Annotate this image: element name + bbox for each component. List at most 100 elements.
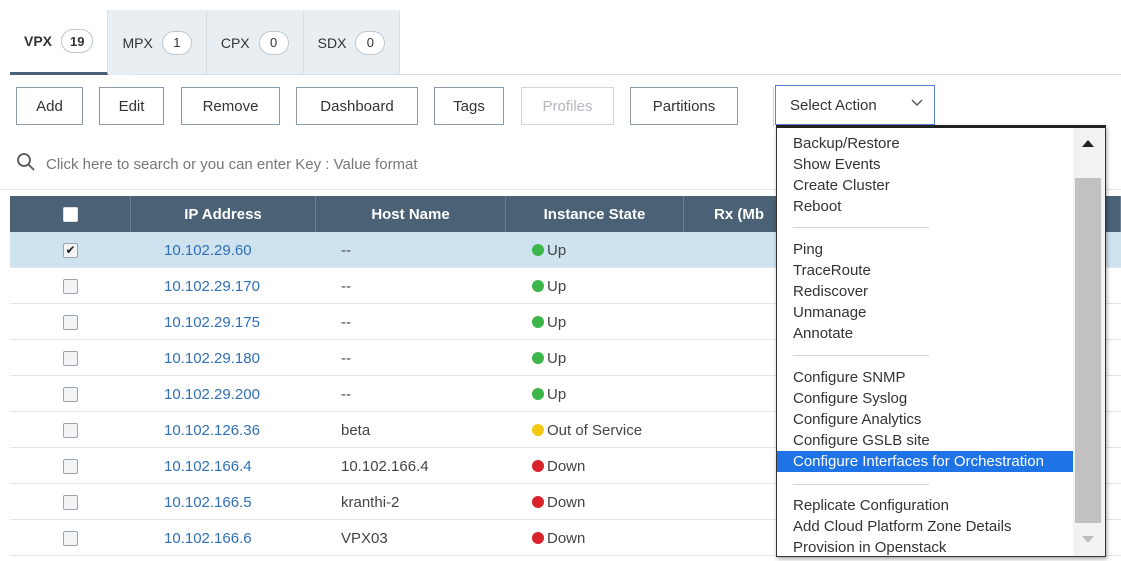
profiles-button[interactable]: Profiles bbox=[521, 87, 614, 125]
tabs-divider bbox=[135, 74, 1121, 75]
menu-scrollbar[interactable] bbox=[1073, 128, 1105, 556]
ip-address-link[interactable]: 10.102.29.60 bbox=[131, 232, 316, 268]
menu-item-configure-gslb-site[interactable]: Configure GSLB site bbox=[777, 430, 1073, 451]
state-label: Down bbox=[547, 529, 586, 547]
ip-address-link[interactable]: 10.102.29.170 bbox=[131, 268, 316, 304]
add-button[interactable]: Add bbox=[16, 87, 83, 125]
search-bar[interactable]: Click here to search or you can enter Ke… bbox=[16, 148, 418, 180]
edit-button[interactable]: Edit bbox=[99, 87, 164, 125]
menu-item-ping[interactable]: Ping bbox=[777, 239, 1073, 260]
ip-address-header[interactable]: IP Address bbox=[131, 196, 316, 232]
menu-item-configure-analytics[interactable]: Configure Analytics bbox=[777, 409, 1073, 430]
instance-state: Down bbox=[506, 448, 684, 484]
instance-state: Down bbox=[506, 484, 684, 520]
tab-label: SDX bbox=[317, 34, 347, 51]
menu-item-unmanage[interactable]: Unmanage bbox=[777, 302, 1073, 323]
menu-item-configure-snmp[interactable]: Configure SNMP bbox=[777, 367, 1073, 388]
menu-item-traceroute[interactable]: TraceRoute bbox=[777, 260, 1073, 281]
status-down-icon bbox=[532, 532, 544, 544]
menu-item-create-cluster[interactable]: Create Cluster bbox=[777, 175, 1073, 196]
menu-item-rediscover[interactable]: Rediscover bbox=[777, 281, 1073, 302]
scrollbar-thumb[interactable] bbox=[1075, 178, 1101, 523]
row-checkbox[interactable] bbox=[63, 494, 78, 510]
host-name: VPX03 bbox=[341, 529, 388, 547]
toolbar-divider bbox=[773, 87, 774, 127]
search-input[interactable]: Click here to search or you can enter Ke… bbox=[46, 156, 418, 173]
tab-sdx[interactable]: SDX 0 bbox=[303, 10, 401, 75]
remove-button[interactable]: Remove bbox=[181, 87, 280, 125]
tab-vpx[interactable]: VPX 19 bbox=[10, 10, 109, 75]
chevron-down-icon bbox=[910, 96, 924, 113]
ip-address-link[interactable]: 10.102.29.180 bbox=[131, 340, 316, 376]
instance-state: Up bbox=[506, 376, 684, 412]
host-name: -- bbox=[341, 241, 351, 259]
status-down-icon bbox=[532, 460, 544, 472]
select-action-dropdown[interactable]: Select Action bbox=[775, 85, 935, 125]
instance-state-header[interactable]: Instance State bbox=[506, 196, 684, 232]
instance-state: Up bbox=[506, 340, 684, 376]
tab-cpx[interactable]: CPX 0 bbox=[206, 10, 304, 75]
tags-button[interactable]: Tags bbox=[434, 87, 504, 125]
tab-count-badge: 0 bbox=[258, 30, 289, 55]
state-label: Up bbox=[547, 241, 567, 259]
ip-address-link[interactable]: 10.102.126.36 bbox=[131, 412, 316, 448]
menu-item-backup-restore[interactable]: Backup/Restore bbox=[777, 133, 1073, 154]
menu-divider bbox=[793, 484, 929, 485]
state-label: Out of Service bbox=[547, 421, 643, 439]
status-up-icon bbox=[532, 244, 544, 256]
tab-label: VPX bbox=[24, 33, 53, 49]
row-checkbox[interactable] bbox=[63, 278, 78, 294]
ip-address-link[interactable]: 10.102.166.4 bbox=[131, 448, 316, 484]
scroll-down-arrow-icon[interactable] bbox=[1082, 536, 1094, 543]
host-name: -- bbox=[341, 349, 351, 367]
instance-state: Up bbox=[506, 268, 684, 304]
dashboard-button[interactable]: Dashboard bbox=[296, 87, 418, 125]
select-all-checkbox[interactable] bbox=[62, 206, 78, 222]
ip-address-link[interactable]: 10.102.166.6 bbox=[131, 520, 316, 556]
tab-count-badge: 19 bbox=[61, 29, 94, 53]
instance-type-tabs: VPX 19 MPX 1 CPX 0 SDX 0 bbox=[10, 10, 401, 75]
host-name: beta bbox=[341, 421, 371, 439]
row-checkbox[interactable] bbox=[63, 530, 78, 546]
menu-item-replicate-configuration[interactable]: Replicate Configuration bbox=[777, 495, 1073, 516]
state-label: Down bbox=[547, 493, 586, 511]
menu-item-configure-syslog[interactable]: Configure Syslog bbox=[777, 388, 1073, 409]
row-checkbox[interactable] bbox=[63, 386, 78, 402]
row-checkbox[interactable] bbox=[63, 422, 78, 438]
menu-item-add-cloud-platform-zone[interactable]: Add Cloud Platform Zone Details bbox=[777, 516, 1073, 537]
instance-state: Up bbox=[506, 304, 684, 340]
instance-state: Down bbox=[506, 520, 684, 556]
menu-item-provision-openstack[interactable]: Provision in Openstack bbox=[777, 537, 1073, 556]
host-name: -- bbox=[341, 385, 351, 403]
select-action-menu: Backup/Restore Show Events Create Cluste… bbox=[776, 125, 1106, 557]
row-checkbox[interactable] bbox=[63, 350, 78, 366]
scroll-up-arrow-icon[interactable] bbox=[1082, 140, 1094, 147]
menu-item-annotate[interactable]: Annotate bbox=[777, 323, 1073, 344]
tab-count-badge: 0 bbox=[355, 30, 386, 55]
host-name-header[interactable]: Host Name bbox=[316, 196, 506, 232]
tab-label: CPX bbox=[220, 34, 250, 51]
ip-address-link[interactable]: 10.102.29.175 bbox=[131, 304, 316, 340]
ip-address-link[interactable]: 10.102.166.5 bbox=[131, 484, 316, 520]
menu-item-configure-interfaces-orchestration[interactable]: Configure Interfaces for Orchestration bbox=[777, 451, 1073, 472]
menu-item-reboot[interactable]: Reboot bbox=[777, 196, 1073, 217]
tab-mpx[interactable]: MPX 1 bbox=[108, 10, 207, 75]
row-checkbox[interactable] bbox=[63, 314, 78, 330]
host-name: kranthi-2 bbox=[341, 493, 400, 511]
status-up-icon bbox=[532, 388, 544, 400]
partitions-button[interactable]: Partitions bbox=[630, 87, 738, 125]
status-up-icon bbox=[532, 280, 544, 292]
state-label: Up bbox=[547, 385, 567, 403]
row-checkbox[interactable] bbox=[63, 458, 78, 474]
tab-label: MPX bbox=[122, 34, 153, 51]
menu-item-show-events[interactable]: Show Events bbox=[777, 154, 1073, 175]
state-label: Up bbox=[547, 277, 567, 295]
instance-state: Out of Service bbox=[506, 412, 684, 448]
host-name: -- bbox=[341, 277, 351, 295]
ip-address-link[interactable]: 10.102.29.200 bbox=[131, 376, 316, 412]
status-out-of-service-icon bbox=[532, 424, 544, 436]
menu-divider bbox=[793, 227, 929, 228]
row-checkbox[interactable]: ✔ bbox=[63, 242, 78, 258]
search-icon bbox=[16, 152, 46, 176]
state-label: Down bbox=[547, 457, 586, 475]
